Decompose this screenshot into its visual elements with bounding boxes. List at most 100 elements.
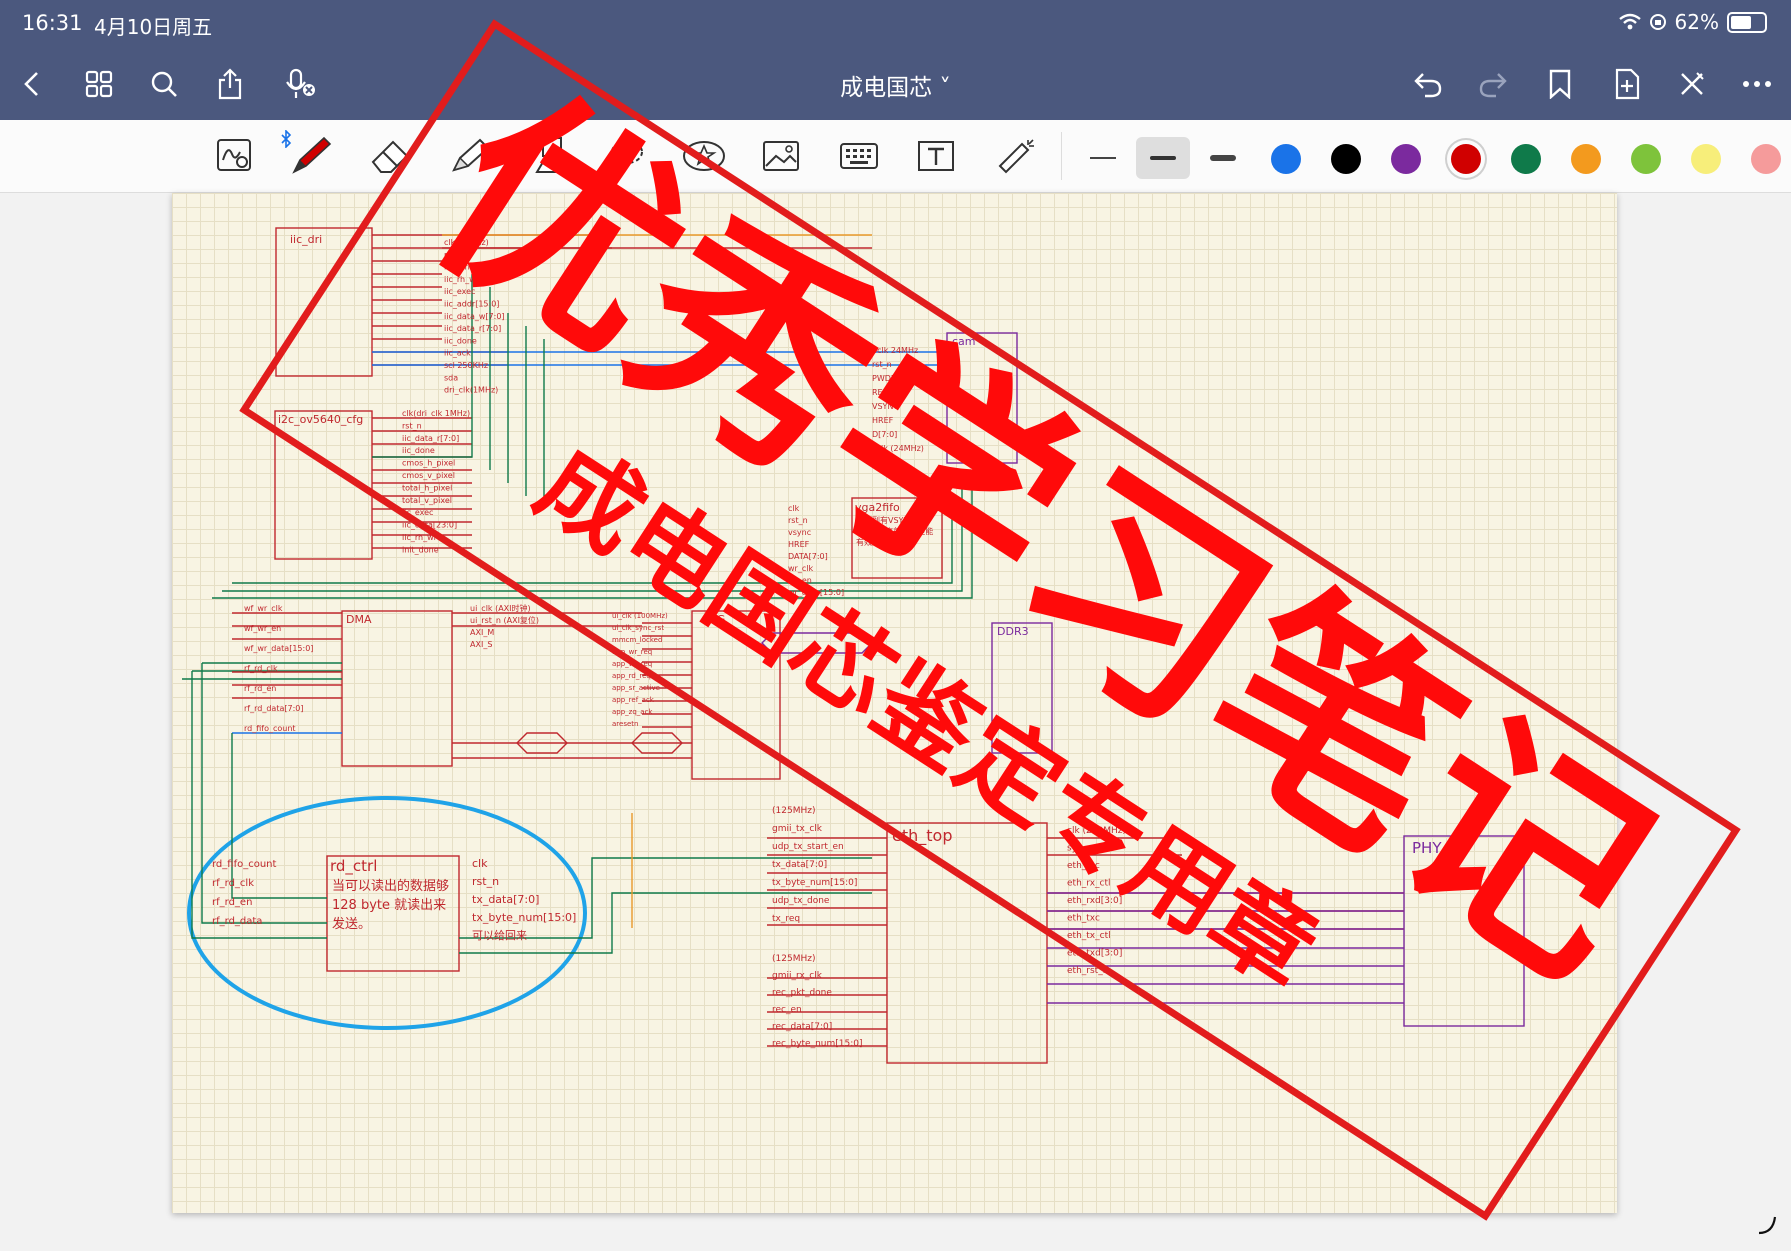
signal-label: AXI_S xyxy=(470,640,492,649)
signal-label: iic_data_w[7:0] xyxy=(444,312,505,321)
signal-label: rec_pkt_done xyxy=(772,988,832,998)
toolbar-divider xyxy=(1061,132,1062,180)
signal-label: HREF xyxy=(788,540,810,549)
signal-label: iic_rh_wl xyxy=(444,275,478,284)
more-options-icon[interactable] xyxy=(1737,64,1777,104)
lasso-icon[interactable] xyxy=(604,134,650,178)
signal-label: aresetn xyxy=(612,720,638,728)
document-title[interactable]: 成电国芯 ˅ xyxy=(0,68,1791,102)
signal-label: eth_txd[3:0] xyxy=(1067,949,1122,959)
pen-tool-icon[interactable] xyxy=(288,134,334,178)
signal-label: clk(50MHz) xyxy=(444,238,489,247)
signal-label: app_wr_req xyxy=(612,660,652,668)
resize-handle-icon[interactable] xyxy=(1755,1213,1779,1237)
highlighter-icon[interactable] xyxy=(447,134,493,178)
signal-label: rec_en xyxy=(772,1005,802,1015)
block-cam: cam xyxy=(952,335,976,348)
signal-label: cmos_v_pixel xyxy=(402,471,455,480)
signal-label: iic_addr[15:0] xyxy=(444,300,499,309)
laser-pointer-icon[interactable] xyxy=(993,134,1039,178)
signal-label: rd_fifo_count xyxy=(244,724,296,733)
stroke-medium-button[interactable] xyxy=(1136,137,1190,179)
eraser-icon[interactable] xyxy=(368,134,414,178)
keyboard-icon[interactable] xyxy=(836,134,882,178)
signal-label: app_sr_active xyxy=(612,684,660,692)
lasso-zoom-icon[interactable] xyxy=(212,134,258,178)
canvas-area[interactable]: iic_dri i2c_ov5640_cfg DMA MIG vga2fifo … xyxy=(0,193,1791,1251)
signal-label: ui_clk_sync_rst xyxy=(612,624,664,632)
signal-label: rst_n xyxy=(872,360,892,369)
signal-label: rf_rd_data[7:0] xyxy=(244,704,303,713)
signal-label: iic_ctrl xyxy=(444,263,470,272)
signal-label: iic_data_r[7:0] xyxy=(444,324,501,333)
signal-label: rec_byte_num[15:0] xyxy=(772,1039,863,1049)
status-date: 4月10日周五 xyxy=(94,15,213,39)
block-iic-dri: iic_dri xyxy=(290,233,322,246)
signal-label: udp_tx_start_en xyxy=(772,842,844,852)
block-phy: PHY xyxy=(1412,839,1442,857)
signal-label: iic_ack xyxy=(444,349,471,358)
signal-label: wr_en xyxy=(788,576,812,585)
signal-label: eth_tx_ctl xyxy=(1067,931,1111,941)
signal-label: init_done xyxy=(402,545,439,554)
color-swatch[interactable] xyxy=(1271,144,1301,174)
bookmark-icon[interactable] xyxy=(1540,64,1580,104)
signal-label: D[7:0] xyxy=(872,430,897,439)
vga-note: 检测到有VSYNC后, HREF拉高就说明是能有效数据。 xyxy=(856,516,934,547)
color-swatch[interactable] xyxy=(1571,144,1601,174)
signal-label: clk (200MHz) xyxy=(1067,826,1126,836)
signal-label: iic_rh_wl xyxy=(402,533,436,542)
close-toolbar-icon[interactable] xyxy=(1672,64,1712,104)
signal-label: rst_n xyxy=(444,250,464,259)
block-vga: vga2fifo xyxy=(855,501,900,514)
color-swatch[interactable] xyxy=(1691,144,1721,174)
signal-label: iic_exec xyxy=(402,508,433,517)
signal-label: gmii_tx_clk xyxy=(772,824,823,834)
undo-icon[interactable] xyxy=(1408,64,1448,104)
signal-label: sys_rst_n xyxy=(1067,844,1108,854)
stroke-thick-button[interactable] xyxy=(1196,137,1250,179)
color-swatch[interactable] xyxy=(1451,144,1481,174)
signal-label: udp_tx_done xyxy=(772,896,830,906)
rd-ctrl-note: 当可以读出的数据够 128 byte 就读出来发送。 xyxy=(332,879,450,932)
add-page-icon[interactable] xyxy=(1607,64,1647,104)
image-icon[interactable] xyxy=(758,134,804,178)
signal-label: rf_rd_clk xyxy=(244,664,278,673)
stroke-thin-button[interactable] xyxy=(1076,137,1130,179)
signal-label: eth_rst_n xyxy=(1067,966,1108,976)
color-swatch[interactable] xyxy=(1331,144,1361,174)
text-box-icon[interactable] xyxy=(913,134,959,178)
signal-label: scl 250KHz xyxy=(444,361,488,370)
shapes-icon[interactable] xyxy=(530,134,576,178)
signal-label: tx_byte_num[15:0] xyxy=(472,911,576,924)
signal-label: eth_txc xyxy=(1067,914,1100,924)
signal-label: sda xyxy=(444,373,458,382)
wifi-icon xyxy=(1618,13,1641,30)
note-page[interactable]: iic_dri i2c_ov5640_cfg DMA MIG vga2fifo … xyxy=(172,193,1617,1213)
signal-label: app_rd_req xyxy=(612,672,651,680)
signal-label: ui_rst_n (AXI复位) xyxy=(470,615,539,625)
battery-icon xyxy=(1727,11,1767,33)
handwritten-diagram: iic_dri i2c_ov5640_cfg DMA MIG vga2fifo … xyxy=(182,227,1525,1064)
color-swatch[interactable] xyxy=(1631,144,1661,174)
signal-label: ui_clk (100MHz) xyxy=(612,612,668,620)
block-dma: DMA xyxy=(346,613,372,626)
signal-label: wf_wr_data[15:0] xyxy=(244,644,313,653)
signal-label: rf_rd_clk xyxy=(212,878,254,889)
color-swatch[interactable] xyxy=(1391,144,1421,174)
signal-label: (125MHz) xyxy=(772,806,815,816)
signal-label: DATA[7:0] xyxy=(788,552,828,561)
signal-label: VSYNC xyxy=(872,402,899,411)
status-bar: 16:31 4月10日周五 62% xyxy=(0,0,1791,46)
signal-label: AXI_M xyxy=(470,628,494,637)
signal-label: app_ref_ack xyxy=(612,696,655,704)
color-swatch[interactable] xyxy=(1751,144,1781,174)
color-swatch[interactable] xyxy=(1511,144,1541,174)
sticker-icon[interactable] xyxy=(681,134,727,178)
signal-label: clk xyxy=(788,504,800,513)
redo-icon[interactable] xyxy=(1473,64,1513,104)
signal-label: cmos_h_pixel xyxy=(402,459,455,468)
signal-label: app_wr_req xyxy=(612,648,652,656)
signal-label: wf_wr_clk xyxy=(244,604,283,613)
signal-label: RESET xyxy=(872,388,898,397)
